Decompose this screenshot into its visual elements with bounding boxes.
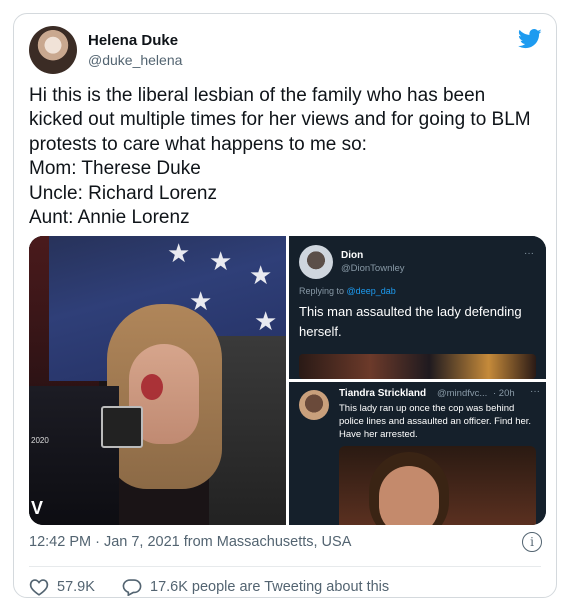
tiandra-name: Tiandra Strickland: [339, 388, 427, 399]
tweet-card[interactable]: Helena Duke @duke_helena Hi this is the …: [13, 13, 557, 598]
heart-icon: [29, 579, 49, 596]
reply-to-handle: @deep_dab: [346, 286, 396, 296]
tiandra-time: · 20h: [493, 388, 515, 399]
more-options-icon: ···: [524, 248, 534, 259]
protest-photo[interactable]: ★ ★ ★ ★ ★ 2020 V: [29, 236, 286, 525]
star-shape: ★: [167, 238, 191, 268]
reply-prefix: Replying to: [299, 286, 345, 296]
embedded-tweet-dion[interactable]: Dion @DionTownley ··· Replying to @deep_…: [289, 236, 546, 379]
author-handle[interactable]: @duke_helena: [88, 52, 182, 68]
photo-face: [379, 466, 439, 525]
reply-context: Replying to @deep_dab: [299, 286, 396, 296]
star-shape: ★: [249, 260, 273, 290]
like-count: 57.9K: [57, 579, 95, 595]
tiandra-photo: [339, 446, 536, 525]
tiandra-avatar: [299, 390, 329, 420]
tweet-timestamp[interactable]: 12:42 PM · Jan 7, 2021 from Massachusett…: [29, 534, 351, 550]
photo-year-mark: 2020: [31, 436, 49, 445]
conversation-link[interactable]: 17.6K people are Tweeting about this: [122, 578, 389, 596]
star-shape: ★: [254, 306, 278, 336]
dion-handle: @DionTownley: [341, 263, 405, 274]
chat-bubble-icon: [122, 579, 142, 596]
star-shape: ★: [209, 246, 233, 276]
photo-watermark: V: [31, 498, 44, 518]
embedded-tweet-tiandra[interactable]: Tiandra Strickland @mindfvc... · 20h ···…: [289, 382, 546, 525]
more-options-icon: ···: [530, 386, 540, 397]
twitter-bird-icon[interactable]: [518, 28, 542, 50]
dion-name: Dion: [341, 250, 364, 261]
phone-in-photo: [101, 406, 143, 448]
tiandra-handle: @mindfvc...: [437, 388, 488, 399]
info-icon[interactable]: i: [522, 532, 542, 552]
like-button[interactable]: 57.9K: [29, 578, 95, 596]
tweet-media[interactable]: ★ ★ ★ ★ ★ 2020 V Dion @DionTownley ··· R…: [29, 236, 546, 525]
conversation-text: 17.6K people are Tweeting about this: [150, 579, 390, 595]
divider: [29, 566, 541, 567]
tweet-text: Hi this is the liberal lesbian of the fa…: [29, 85, 531, 229]
author-avatar[interactable]: [29, 26, 77, 74]
tiandra-text: This lady ran up once the cop was behind…: [339, 403, 532, 440]
dion-avatar: [299, 245, 333, 279]
author-name[interactable]: Helena Duke: [88, 32, 178, 49]
injury-mark: [141, 374, 163, 400]
video-strip: [299, 354, 536, 379]
dion-text: This man assaulted the lady defending he…: [299, 304, 522, 339]
